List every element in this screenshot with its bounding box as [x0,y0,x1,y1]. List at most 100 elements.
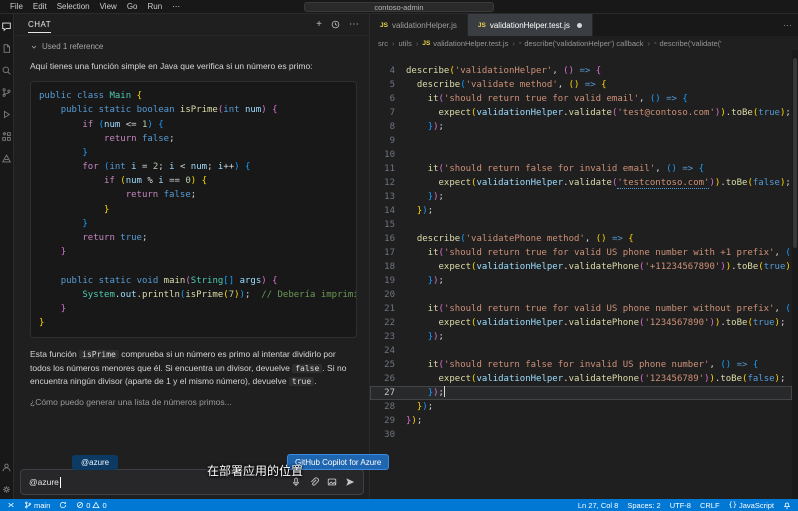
editor-actions-more[interactable]: ⋯ [783,14,798,36]
code-line-25[interactable]: 25 it('should return false for invalid U… [370,358,792,372]
indentation[interactable]: Spaces: 2 [627,501,660,510]
line-number[interactable]: 16 [370,232,406,246]
code-line-10[interactable]: 10 [370,148,792,162]
attach-icon[interactable] [309,477,319,487]
line-number[interactable]: 7 [370,106,406,120]
code-line-26[interactable]: 26 expect(validationHelper.validatePhone… [370,372,792,386]
code-line-21[interactable]: 21 it('should return true for valid US p… [370,302,792,316]
copilot-chat-icon[interactable] [1,20,13,32]
history-icon[interactable] [331,16,340,34]
code-line-7[interactable]: 7 expect(validationHelper.validate('test… [370,106,792,120]
scrollbar-thumb[interactable] [793,58,797,248]
line-number[interactable]: 29 [370,414,406,428]
code-line-4[interactable]: 4describe('validationHelper', () => { [370,64,792,78]
line-number[interactable]: 20 [370,288,406,302]
tab-validationhelper-js[interactable]: JSvalidationHelper.js [370,14,468,36]
breadcrumb-item-validationhelper-test-js[interactable]: JSvalidationHelper.test.js [422,39,508,48]
line-number[interactable]: 5 [370,78,406,92]
code-line-9[interactable]: 9 [370,134,792,148]
line-number[interactable]: 24 [370,344,406,358]
explorer-icon[interactable] [1,42,13,54]
chat-tab[interactable]: CHAT [28,16,51,33]
code-line-19[interactable]: 19 }); [370,274,792,288]
problems[interactable]: 0 0 [76,501,106,510]
line-number[interactable]: 30 [370,428,406,442]
code-editor[interactable]: 4describe('validationHelper', () => {5 d… [370,50,798,499]
line-number[interactable]: 6 [370,92,406,106]
line-number[interactable]: 4 [370,64,406,78]
line-number[interactable]: 10 [370,148,406,162]
code-line-30[interactable]: 30 [370,428,792,442]
menu-view[interactable]: View [95,0,122,13]
line-number[interactable]: 19 [370,274,406,288]
run-debug-icon[interactable] [1,108,13,120]
line-number[interactable]: 17 [370,246,406,260]
code-line-15[interactable]: 15 [370,218,792,232]
menu-file[interactable]: File [5,0,28,13]
command-center[interactable]: contoso-admin [304,2,494,12]
line-number[interactable]: 13 [370,190,406,204]
settings-gear-icon[interactable] [1,483,13,495]
tab-validationhelper-test-js[interactable]: JSvalidationHelper.test.js [468,14,593,36]
line-number[interactable]: 9 [370,134,406,148]
cursor-position[interactable]: Ln 27, Col 8 [578,501,618,510]
line-number[interactable]: 26 [370,372,406,386]
line-number[interactable]: 23 [370,330,406,344]
code-line-6[interactable]: 6 it('should return true for valid email… [370,92,792,106]
search-icon[interactable] [1,64,13,76]
line-number[interactable]: 21 [370,302,406,316]
breadcrumb-item-describe-validate[interactable]: ◦describe('validate(' [654,39,722,48]
code-line-14[interactable]: 14 }); [370,204,792,218]
remote-indicator[interactable] [7,501,15,509]
source-control-icon[interactable] [1,86,13,98]
code-line-12[interactable]: 12 expect(validationHelper.validate('tes… [370,176,792,190]
eol-sequence[interactable]: CRLF [700,501,720,510]
breadcrumb-item-utils[interactable]: utils [399,39,412,48]
editor-scrollbar[interactable] [792,50,798,499]
suggestion-azure[interactable]: @azure [72,455,118,470]
code-line-18[interactable]: 18 expect(validationHelper.validatePhone… [370,260,792,274]
line-number[interactable]: 25 [370,358,406,372]
send-icon[interactable] [345,477,355,487]
encoding[interactable]: UTF-8 [670,501,691,510]
code-line-8[interactable]: 8 }); [370,120,792,134]
code-line-5[interactable]: 5 describe('validate method', () => { [370,78,792,92]
code-line-24[interactable]: 24 [370,344,792,358]
code-line-20[interactable]: 20 [370,288,792,302]
language-mode[interactable]: {} JavaScript [729,501,774,510]
breadcrumb-item-src[interactable]: src [378,39,388,48]
chat-followup-question[interactable]: ¿Cómo puedo generar una lista de números… [30,397,357,407]
code-line-27[interactable]: 27 }); [370,386,792,400]
new-chat-icon[interactable]: + [316,20,322,29]
references-toggle[interactable]: Used 1 reference [30,42,357,51]
code-line-28[interactable]: 28 }); [370,400,792,414]
line-number[interactable]: 11 [370,162,406,176]
git-branch[interactable]: main [24,501,50,510]
line-number[interactable]: 18 [370,260,406,274]
menu-edit[interactable]: Edit [28,0,52,13]
line-number[interactable]: 28 [370,400,406,414]
menu-run[interactable]: Run [142,0,167,13]
extensions-icon[interactable] [1,130,13,142]
line-number[interactable]: 27 [370,386,406,400]
accounts-icon[interactable] [1,461,13,473]
code-line-22[interactable]: 22 expect(validationHelper.validatePhone… [370,316,792,330]
more-actions-icon[interactable]: ⋯ [349,20,359,29]
menu-more[interactable]: ⋯ [167,0,185,13]
line-number[interactable]: 15 [370,218,406,232]
code-line-17[interactable]: 17 it('should return true for valid US p… [370,246,792,260]
code-line-13[interactable]: 13 }); [370,190,792,204]
code-line-16[interactable]: 16 describe('validatePhone method', () =… [370,232,792,246]
code-line-11[interactable]: 11 it('should return false for invalid e… [370,162,792,176]
menu-selection[interactable]: Selection [52,0,95,13]
notifications-bell[interactable] [783,501,791,509]
image-icon[interactable] [327,477,337,487]
line-number[interactable]: 22 [370,316,406,330]
menu-go[interactable]: Go [122,0,143,13]
line-number[interactable]: 8 [370,120,406,134]
line-number[interactable]: 12 [370,176,406,190]
code-line-23[interactable]: 23 }); [370,330,792,344]
chat-input[interactable]: @azure [20,469,364,495]
azure-icon[interactable] [1,152,13,164]
sync-button[interactable] [59,501,67,509]
